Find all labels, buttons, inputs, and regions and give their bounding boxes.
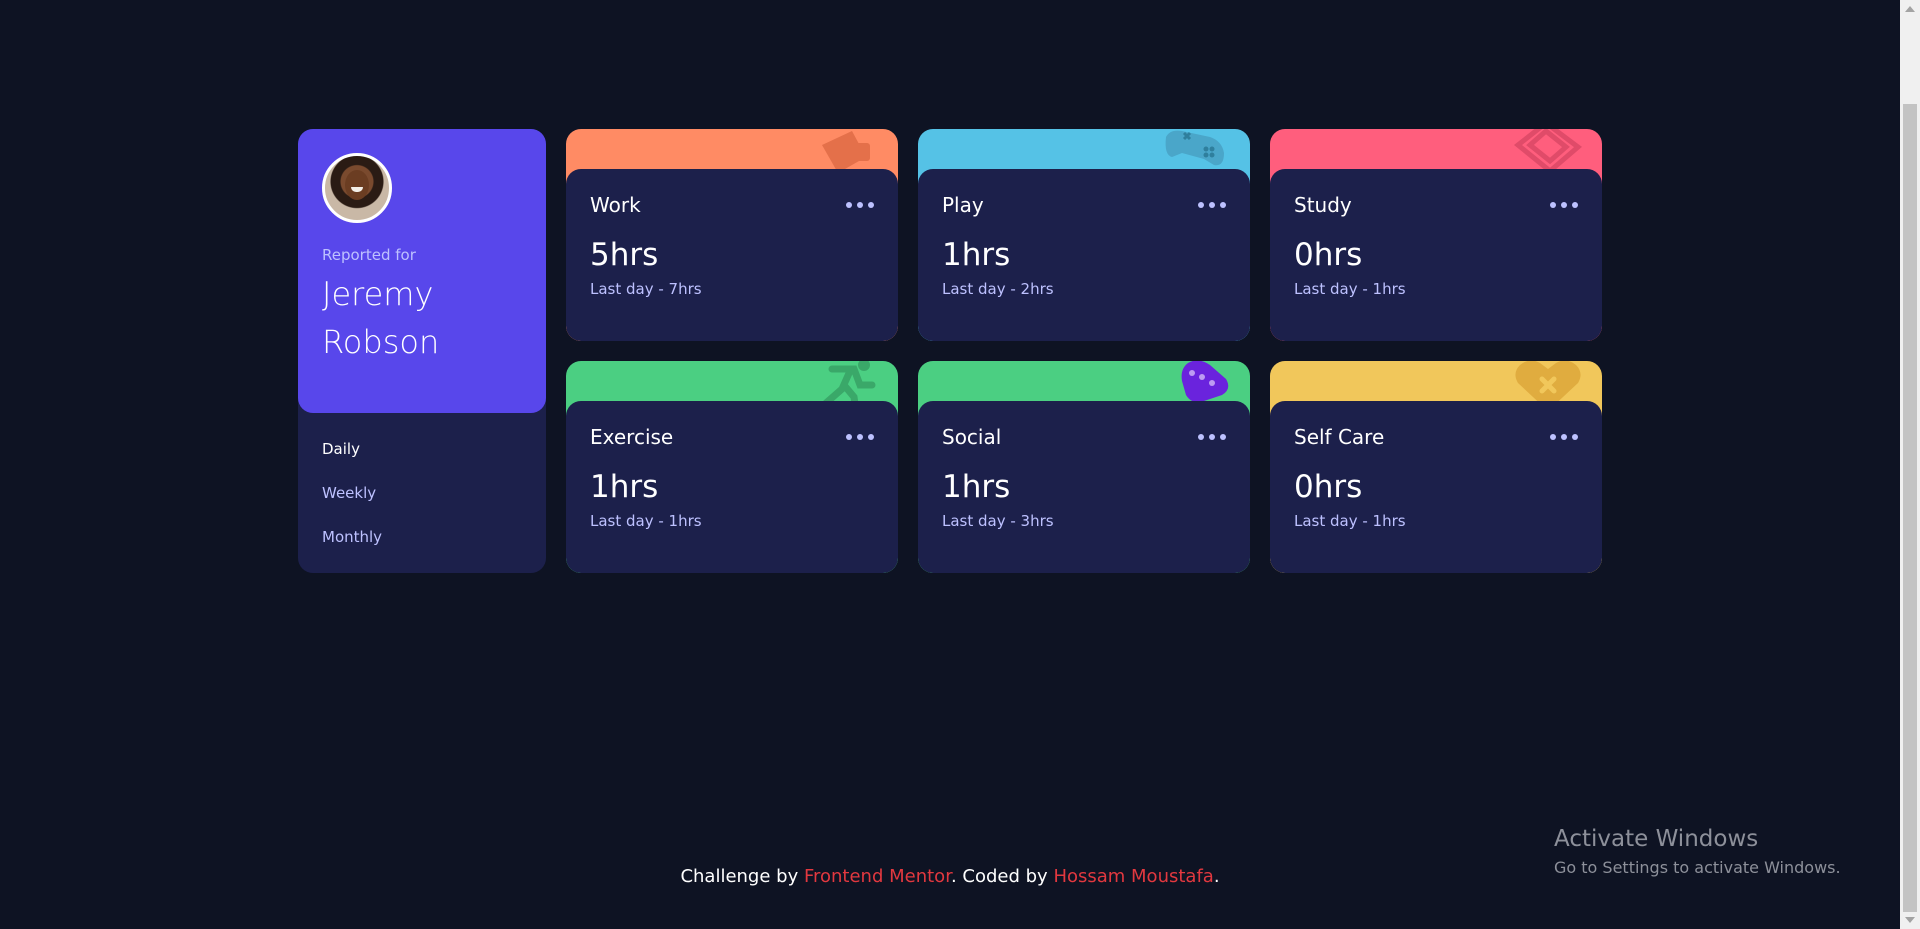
attribution-suffix: .: [1213, 866, 1220, 887]
timeframe-daily[interactable]: Daily: [322, 440, 522, 458]
previous-hours: Last day - 2hrs: [942, 280, 1054, 298]
current-hours: 1hrs: [942, 469, 1011, 505]
current-hours: 1hrs: [590, 469, 659, 505]
current-hours: 0hrs: [1294, 237, 1363, 273]
activity-card-exercise: Exercise 1hrs Last day - 1hrs: [566, 361, 898, 573]
reported-for-label: Reported for: [322, 246, 416, 264]
windows-activation-watermark: Activate Windows Go to Settings to activ…: [1554, 826, 1841, 877]
activity-card-body: Self Care 0hrs Last day - 1hrs: [1270, 401, 1602, 573]
activity-card-body: Study 0hrs Last day - 1hrs: [1270, 169, 1602, 341]
timeframe-weekly[interactable]: Weekly: [322, 484, 522, 502]
activity-card-play: Play 1hrs Last day - 2hrs: [918, 129, 1250, 341]
avatar: [322, 153, 392, 223]
profile-header: Reported for Jeremy Robson: [298, 129, 546, 413]
current-hours: 0hrs: [1294, 469, 1363, 505]
more-options-button[interactable]: [1198, 425, 1226, 449]
user-name: Jeremy Robson: [322, 270, 522, 366]
user-name-line1: Jeremy: [322, 275, 434, 313]
previous-hours: Last day - 1hrs: [1294, 280, 1406, 298]
more-options-button[interactable]: [846, 425, 874, 449]
attribution-middle: . Coded by: [950, 866, 1054, 887]
activity-card-work: Work 5hrs Last day - 7hrs: [566, 129, 898, 341]
profile-card: Reported for Jeremy Robson Daily Weekly …: [298, 129, 546, 573]
scrollbar-thumb[interactable]: [1903, 104, 1917, 912]
activity-card-study: Study 0hrs Last day - 1hrs: [1270, 129, 1602, 341]
previous-hours: Last day - 1hrs: [590, 512, 702, 530]
more-options-button[interactable]: [846, 193, 874, 217]
author-link[interactable]: Hossam Moustafa: [1053, 866, 1213, 887]
scroll-down-arrow-icon[interactable]: [1905, 917, 1915, 923]
current-hours: 1hrs: [942, 237, 1011, 273]
more-options-button[interactable]: [1550, 193, 1578, 217]
activity-card-body: Play 1hrs Last day - 2hrs: [918, 169, 1250, 341]
previous-hours: Last day - 7hrs: [590, 280, 702, 298]
activity-title: Social: [942, 425, 1002, 449]
activity-title: Study: [1294, 193, 1352, 217]
activity-card-social: Social 1hrs Last day - 3hrs: [918, 361, 1250, 573]
activity-title: Work: [590, 193, 641, 217]
user-name-line2: Robson: [322, 323, 440, 361]
watermark-title: Activate Windows: [1554, 826, 1759, 852]
avatar-face: [345, 170, 369, 200]
time-tracking-dashboard: Reported for Jeremy Robson Daily Weekly …: [298, 129, 1602, 573]
timeframe-selector: Daily Weekly Monthly: [322, 413, 522, 546]
activity-card-self-care: Self Care 0hrs Last day - 1hrs: [1270, 361, 1602, 573]
activity-title: Self Care: [1294, 425, 1385, 449]
watermark-subtitle: Go to Settings to activate Windows.: [1554, 858, 1841, 877]
previous-hours: Last day - 3hrs: [942, 512, 1054, 530]
more-options-button[interactable]: [1198, 193, 1226, 217]
scroll-up-arrow-icon[interactable]: [1905, 6, 1915, 12]
more-options-button[interactable]: [1550, 425, 1578, 449]
frontend-mentor-link[interactable]: Frontend Mentor: [804, 866, 951, 887]
activity-card-body: Work 5hrs Last day - 7hrs: [566, 169, 898, 341]
activity-card-body: Social 1hrs Last day - 3hrs: [918, 401, 1250, 573]
vertical-scrollbar[interactable]: [1900, 0, 1920, 929]
activity-title: Exercise: [590, 425, 674, 449]
activity-title: Play: [942, 193, 984, 217]
attribution-prefix: Challenge by: [680, 866, 804, 887]
previous-hours: Last day - 1hrs: [1294, 512, 1406, 530]
current-hours: 5hrs: [590, 237, 659, 273]
timeframe-monthly[interactable]: Monthly: [322, 528, 522, 546]
activity-card-body: Exercise 1hrs Last day - 1hrs: [566, 401, 898, 573]
